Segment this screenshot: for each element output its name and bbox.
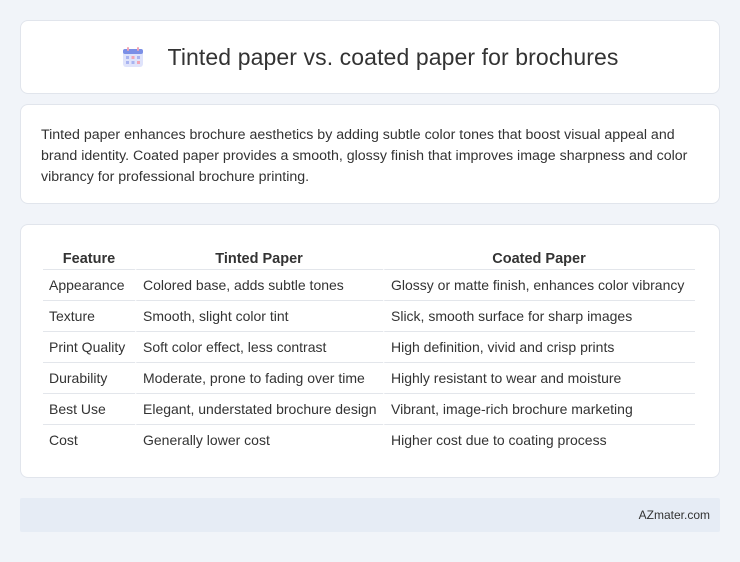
table-row: Best Use Elegant, understated brochure d…: [43, 393, 695, 424]
feature-cell: Best Use: [43, 393, 135, 424]
table-row: Appearance Colored base, adds subtle ton…: [43, 269, 695, 300]
coated-cell: Vibrant, image-rich brochure marketing: [383, 393, 695, 424]
feature-cell: Texture: [43, 300, 135, 331]
tinted-cell: Colored base, adds subtle tones: [135, 269, 383, 300]
header-tinted-paper: Tinted Paper: [215, 251, 303, 267]
comparison-table: Feature Tinted Paper Coated Paper Appear…: [43, 245, 695, 455]
tinted-cell: Generally lower cost: [135, 424, 383, 455]
tinted-cell: Elegant, understated brochure design: [135, 393, 383, 424]
table-row: Texture Smooth, slight color tint Slick,…: [43, 300, 695, 331]
feature-cell: Appearance: [43, 269, 135, 300]
table-header-row: Feature Tinted Paper Coated Paper: [43, 245, 695, 269]
tinted-cell: Smooth, slight color tint: [135, 300, 383, 331]
table-row: Print Quality Soft color effect, less co…: [43, 331, 695, 362]
table-row: Durability Moderate, prone to fading ove…: [43, 362, 695, 393]
tinted-cell: Moderate, prone to fading over time: [135, 362, 383, 393]
coated-cell: Slick, smooth surface for sharp images: [383, 300, 695, 331]
intro-card: Tinted paper enhances brochure aesthetic…: [20, 104, 720, 204]
header-coated-paper: Coated Paper: [492, 251, 586, 267]
comparison-table-card: Feature Tinted Paper Coated Paper Appear…: [20, 224, 720, 478]
title-card: Tinted paper vs. coated paper for brochu…: [20, 20, 720, 94]
coated-cell: Higher cost due to coating process: [383, 424, 695, 455]
coated-cell: Glossy or matte finish, enhances color v…: [383, 269, 695, 300]
page-title: Tinted paper vs. coated paper for brochu…: [167, 43, 619, 70]
feature-cell: Cost: [43, 424, 135, 455]
feature-cell: Print Quality: [43, 331, 135, 362]
tinted-cell: Soft color effect, less contrast: [135, 331, 383, 362]
table-row: Cost Generally lower cost Higher cost du…: [43, 424, 695, 455]
intro-text: Tinted paper enhances brochure aesthetic…: [41, 127, 688, 185]
footer-credit: AZmater.com: [638, 508, 710, 522]
footer: AZmater.com: [20, 498, 720, 532]
calendar-icon: [122, 47, 143, 67]
feature-cell: Durability: [43, 362, 135, 393]
header-feature: Feature: [62, 251, 116, 267]
coated-cell: High definition, vivid and crisp prints: [383, 331, 695, 362]
coated-cell: Highly resistant to wear and moisture: [383, 362, 695, 393]
